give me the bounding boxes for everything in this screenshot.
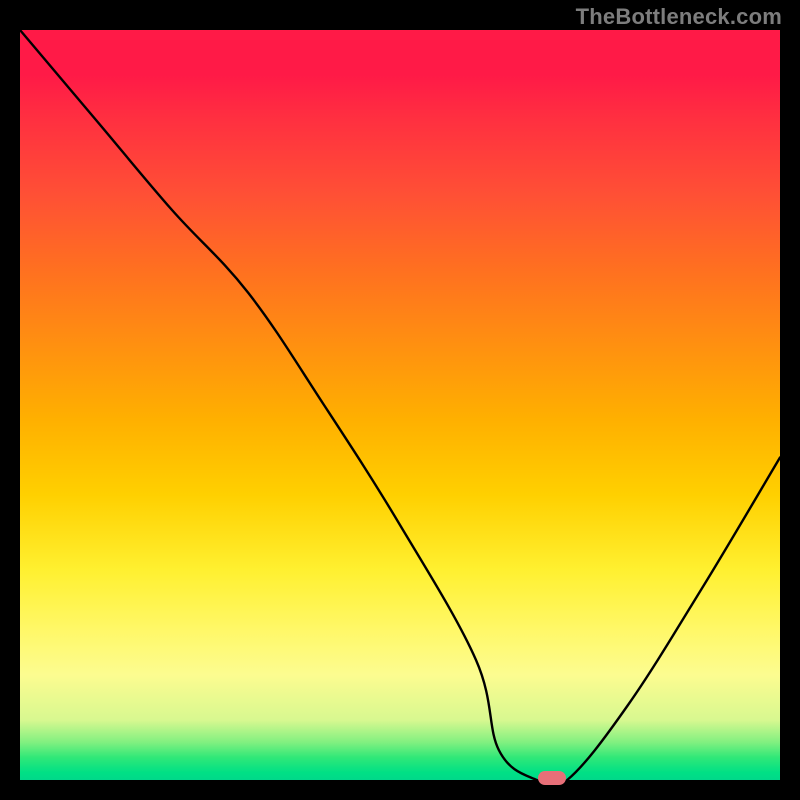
- plot-area: [20, 30, 780, 780]
- watermark-text: TheBottleneck.com: [576, 4, 782, 30]
- minimum-marker: [538, 771, 566, 785]
- chart-container: TheBottleneck.com: [0, 0, 800, 800]
- bottleneck-curve: [20, 30, 780, 780]
